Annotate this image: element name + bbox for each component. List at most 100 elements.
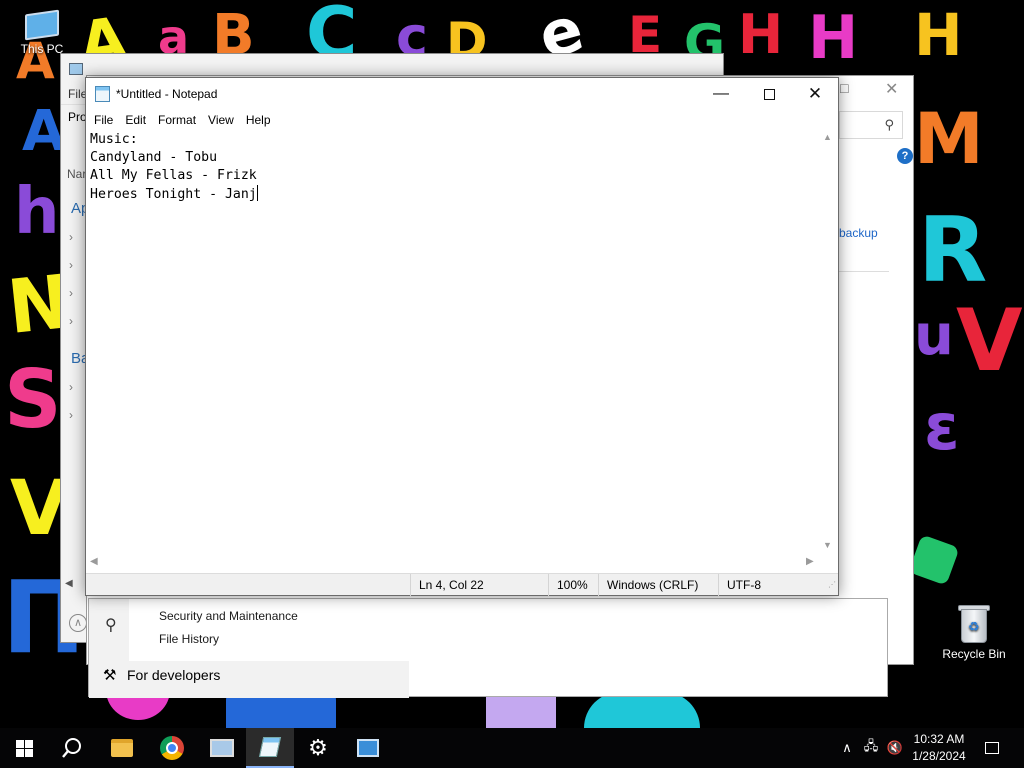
taskbar: ⚙ ∧ 🖧 🔇 10:32 AM 1/28/2024	[0, 728, 1024, 768]
clock[interactable]: 10:32 AM 1/28/2024	[906, 731, 972, 765]
recycle-bin-icon: ♻	[958, 603, 990, 643]
search-icon	[62, 738, 81, 758]
minimize-icon: —	[713, 85, 729, 102]
menu-file[interactable]: File	[88, 113, 119, 127]
search-box[interactable]: ⚲	[839, 111, 903, 139]
resize-grip-icon[interactable]: ⋰	[828, 580, 836, 589]
expand-chevron-icon[interactable]: ›	[69, 408, 73, 422]
volume-muted-icon: 🔇	[886, 740, 904, 755]
vertical-scrollbar[interactable]: ▲ ▼	[822, 130, 836, 555]
settings-window[interactable]: Security and Maintenance File History ⚲ …	[88, 598, 888, 698]
search-icon: ⚲	[884, 117, 894, 132]
backup-link[interactable]: backup	[839, 226, 878, 240]
text-line: Music:	[90, 132, 138, 147]
clock-time: 10:32 AM	[913, 732, 965, 746]
menu-edit[interactable]: Edit	[119, 113, 152, 127]
chrome-button[interactable]	[148, 728, 196, 768]
notepad-taskbar-button[interactable]	[246, 728, 294, 768]
wallpaper-blob	[584, 692, 700, 728]
minimize-button[interactable]: —	[698, 78, 744, 110]
network-icon: 🖧	[863, 738, 879, 753]
notepad-window[interactable]: *Untitled - Notepad — ✕ File Edit Format…	[85, 77, 839, 596]
file-history-link[interactable]: File History	[159, 632, 219, 646]
for-developers-label: For developers	[127, 667, 221, 683]
wallpaper-letter: A	[22, 99, 66, 164]
expand-chevron-icon[interactable]: ›	[69, 258, 73, 272]
expand-chevron-icon[interactable]: ›	[69, 314, 73, 328]
wallpaper-letter: S	[4, 353, 62, 446]
expand-chevron-icon[interactable]: ›	[69, 286, 73, 300]
developer-tools-icon: ⚒	[103, 667, 117, 684]
wallpaper-blob	[908, 534, 960, 586]
text-line: Candyland - Tobu	[90, 150, 218, 165]
wallpaper-letter: V	[956, 291, 1023, 391]
recycle-bin-label: Recycle Bin	[942, 647, 1006, 661]
status-line-ending: Windows (CRLF)	[598, 574, 718, 596]
wallpaper-letter: H	[914, 1, 963, 69]
wallpaper-letter: ε	[924, 391, 960, 465]
recycle-bin-desktop-icon[interactable]: ♻ Recycle Bin	[936, 603, 1012, 661]
close-button[interactable]: ✕	[792, 78, 838, 110]
start-icon	[15, 739, 33, 757]
explorer-column-name[interactable]: Nar	[67, 167, 86, 181]
wallpaper-letter: R	[918, 198, 988, 303]
chevron-up-icon: ∧	[842, 740, 852, 755]
text-editor-area[interactable]: Music: Candyland - Tobu All My Fellas - Fr…	[86, 130, 836, 555]
status-bar: Ln 4, Col 22 100% Windows (CRLF) UTF-8 ⋰	[86, 573, 838, 596]
close-icon[interactable]: ✕	[885, 79, 898, 99]
start-button[interactable]	[0, 728, 48, 768]
person-icon: ⚲	[105, 617, 117, 634]
explorer-menu-properties[interactable]: Pro	[68, 110, 87, 124]
security-maintenance-link[interactable]: Security and Maintenance	[159, 609, 298, 623]
text-content: Music: Candyland - Tobu All My Fellas - Fr…	[90, 131, 258, 204]
show-hidden-icons-button[interactable]: ∧	[838, 728, 856, 768]
network-computer-button[interactable]	[198, 728, 246, 768]
settings-button[interactable]: ⚙	[294, 728, 342, 768]
notifications-button[interactable]	[980, 728, 1004, 768]
wallpaper-letter: H	[738, 3, 784, 66]
window-title: *Untitled - Notepad	[116, 87, 218, 101]
maximize-icon[interactable]: ☐	[839, 82, 850, 96]
notepad-icon	[95, 86, 110, 102]
menu-view[interactable]: View	[202, 113, 240, 127]
for-developers-item[interactable]: ⚒ For developers	[103, 666, 220, 684]
search-button[interactable]	[48, 728, 96, 768]
wallpaper-blob	[486, 694, 556, 728]
text-line: Heroes Tonight - Janj	[90, 187, 257, 202]
network-computer-icon	[210, 739, 234, 757]
maximize-button[interactable]	[746, 78, 792, 110]
scroll-down-arrow-icon[interactable]: ▼	[823, 540, 832, 550]
notepad-icon	[258, 737, 282, 757]
back-circle-icon[interactable]: ∧	[69, 614, 87, 632]
scroll-left-arrow-icon[interactable]: ◀	[90, 556, 98, 567]
notepad-title-bar[interactable]: *Untitled - Notepad — ✕	[86, 78, 838, 110]
clock-date: 1/28/2024	[912, 749, 966, 763]
menu-help[interactable]: Help	[240, 113, 277, 127]
chrome-icon	[160, 736, 184, 760]
expand-chevron-icon[interactable]: ›	[69, 230, 73, 244]
wallpaper-letter: h	[14, 175, 60, 249]
control-panel-icon	[357, 739, 379, 757]
file-explorer-icon	[111, 739, 133, 757]
text-line: All My Fellas - Frizk	[90, 168, 257, 183]
computer-icon	[25, 9, 59, 41]
control-panel-button[interactable]	[344, 728, 392, 768]
volume-tray-button[interactable]: 🔇	[884, 728, 906, 768]
this-pc-desktop-icon[interactable]: This PC	[4, 9, 80, 56]
settings-icon: ⚙	[308, 735, 328, 760]
scroll-left-arrow-icon[interactable]: ◀	[65, 578, 73, 589]
scroll-up-arrow-icon[interactable]: ▲	[823, 132, 832, 142]
status-cursor-position: Ln 4, Col 22	[410, 574, 548, 596]
network-tray-button[interactable]: 🖧	[860, 728, 882, 768]
horizontal-scrollbar[interactable]: ◀ ▶	[86, 555, 836, 572]
file-explorer-button[interactable]	[98, 728, 146, 768]
status-encoding: UTF-8	[718, 574, 818, 596]
menu-format[interactable]: Format	[152, 113, 202, 127]
expand-chevron-icon[interactable]: ›	[69, 380, 73, 394]
status-zoom: 100%	[548, 574, 598, 596]
explorer-title-icon	[69, 63, 83, 75]
scroll-right-arrow-icon[interactable]: ▶	[806, 556, 814, 567]
help-circle-icon[interactable]: ?	[897, 148, 913, 164]
wallpaper-letter: u	[914, 303, 954, 368]
wallpaper-letter: M	[914, 98, 984, 180]
